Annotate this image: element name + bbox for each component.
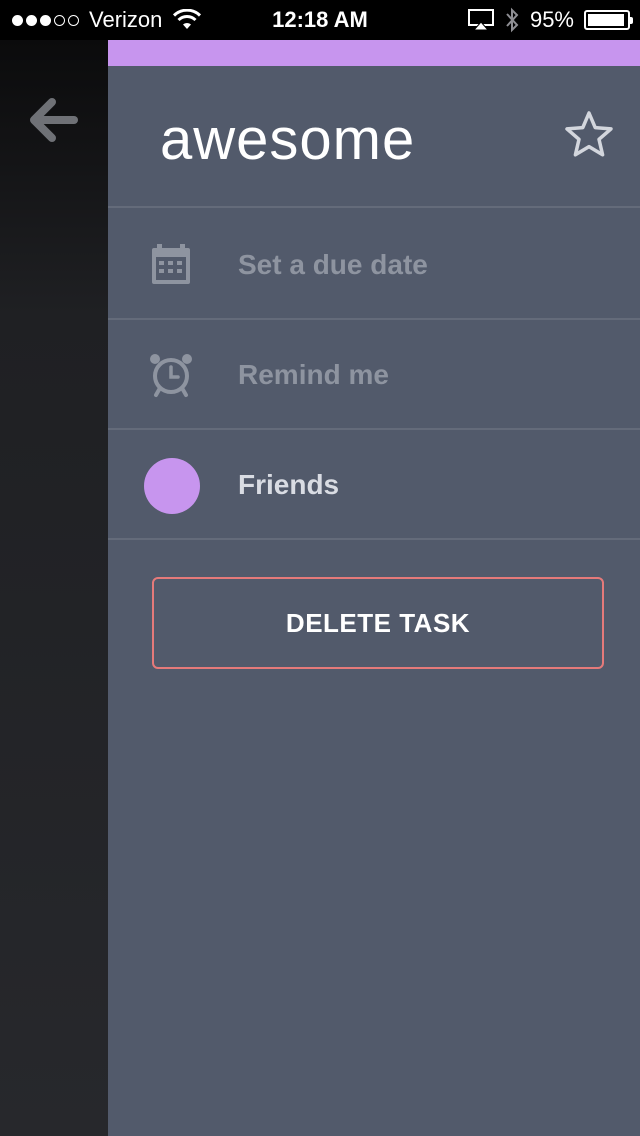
list-name-label: Friends — [238, 469, 340, 500]
status-bar-right: 95% — [467, 0, 633, 40]
task-title-row: awesome — [108, 66, 640, 208]
battery-percent: 95% — [529, 7, 574, 32]
status-bar: Verizon 12:18 AM 95% — [0, 0, 640, 40]
delete-task-button[interactable]: DELETE TASK — [152, 577, 604, 669]
star-outline-icon[interactable] — [564, 110, 614, 160]
list-row[interactable]: Friends — [108, 430, 640, 540]
battery-icon — [584, 10, 633, 30]
side-strip — [0, 40, 108, 1136]
task-detail-screen: Verizon 12:18 AM 95% awesome Set a due d… — [0, 0, 640, 1136]
due-date-label: Set a due date — [238, 249, 428, 280]
arrow-left-icon[interactable] — [30, 98, 78, 142]
task-detail-panel: awesome Set a due date Remind me Friends… — [108, 40, 640, 1136]
bluetooth-icon — [506, 7, 519, 33]
battery-fill — [588, 14, 625, 26]
reminder-row[interactable]: Remind me — [108, 320, 640, 430]
due-date-row[interactable]: Set a due date — [108, 210, 640, 320]
list-color-dot — [144, 458, 200, 514]
calendar-icon — [152, 244, 190, 284]
airplay-icon — [467, 9, 494, 31]
task-title[interactable]: awesome — [160, 106, 415, 173]
list-color-bar — [108, 40, 640, 66]
alarm-clock-icon — [150, 354, 192, 397]
reminder-label: Remind me — [238, 359, 389, 390]
